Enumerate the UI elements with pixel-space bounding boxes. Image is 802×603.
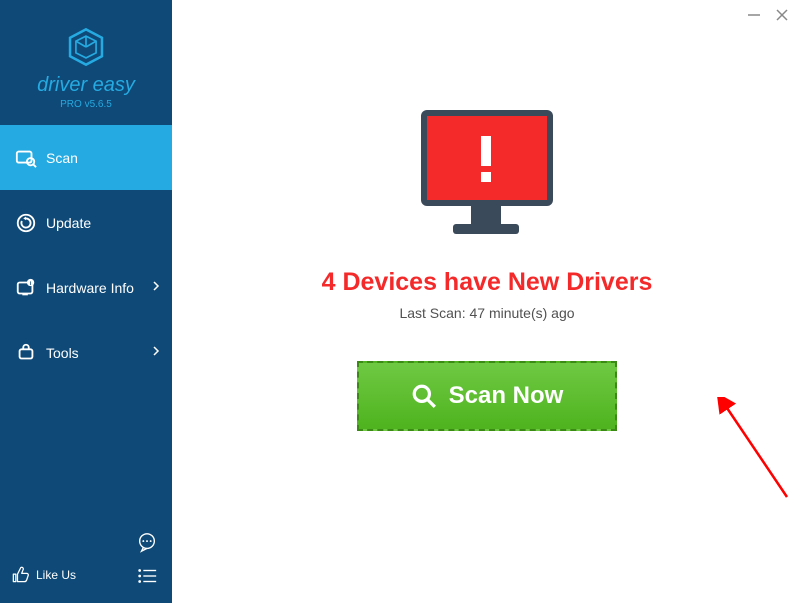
logo-section: driver easy PRO v5.6.5: [0, 0, 172, 125]
sidebar-item-label: Scan: [46, 150, 78, 166]
sidebar-item-label: Tools: [46, 345, 79, 361]
update-icon: [14, 211, 38, 235]
sidebar-item-hardware-info[interactable]: i Hardware Info: [0, 255, 172, 320]
scan-now-button[interactable]: Scan Now: [357, 361, 617, 431]
sidebar-item-update[interactable]: Update: [0, 190, 172, 255]
last-scan-text: Last Scan: 47 minute(s) ago: [399, 305, 574, 321]
scan-button-label: Scan Now: [449, 382, 564, 410]
chevron-right-icon: [152, 345, 160, 360]
search-icon: [411, 383, 437, 409]
like-us-label: Like Us: [36, 568, 76, 582]
annotation-arrow: [717, 397, 797, 507]
close-icon: [775, 8, 789, 22]
version-label: PRO v5.6.5: [60, 99, 112, 110]
main-content: 4 Devices have New Drivers Last Scan: 47…: [172, 0, 802, 603]
sidebar-item-scan[interactable]: Scan: [0, 125, 172, 190]
status-headline: 4 Devices have New Drivers: [322, 268, 653, 297]
thumbs-up-icon: [10, 565, 30, 585]
app-logo-icon: [65, 26, 107, 68]
sidebar-item-label: Update: [46, 215, 91, 231]
minimize-button[interactable]: [746, 7, 762, 23]
menu-button[interactable]: [136, 565, 158, 587]
sidebar: driver easy PRO v5.6.5 Scan Update: [0, 0, 172, 603]
sidebar-item-label: Hardware Info: [46, 280, 134, 296]
chevron-right-icon: [152, 280, 160, 295]
close-button[interactable]: [774, 7, 790, 23]
window-titlebar: [746, 0, 802, 30]
hardware-info-icon: i: [14, 276, 38, 300]
tools-icon: [14, 341, 38, 365]
sidebar-item-tools[interactable]: Tools: [0, 320, 172, 385]
alert-monitor-illustration: [411, 108, 563, 238]
sidebar-bottom: Like Us: [0, 533, 172, 603]
brand-name: driver easy: [37, 74, 135, 97]
minimize-icon: [747, 8, 761, 22]
feedback-button[interactable]: [136, 531, 158, 553]
menu-lines-icon: [136, 565, 158, 587]
scan-icon: [14, 146, 38, 170]
speech-bubble-icon: [136, 531, 158, 553]
like-us-button[interactable]: Like Us: [10, 565, 76, 585]
